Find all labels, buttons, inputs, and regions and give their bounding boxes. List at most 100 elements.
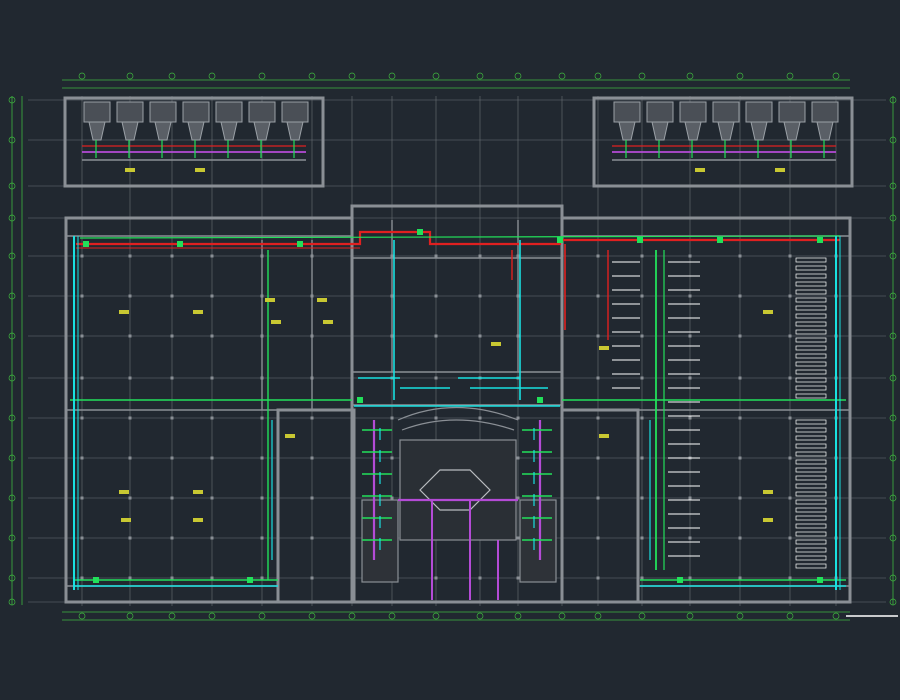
column-marker — [80, 376, 84, 380]
column-marker — [80, 294, 84, 298]
column-marker — [128, 376, 132, 380]
column-marker — [310, 496, 314, 500]
valve-icon — [93, 577, 99, 583]
valve-icon — [717, 237, 723, 243]
column-marker — [788, 254, 792, 258]
valve-icon — [417, 229, 423, 235]
valve-icon — [297, 241, 303, 247]
fixture-icon — [83, 101, 111, 123]
column-marker — [128, 254, 132, 258]
column-marker — [210, 294, 214, 298]
column-marker — [788, 576, 792, 580]
column-marker — [390, 416, 394, 420]
valve-icon — [677, 577, 683, 583]
column-marker — [310, 416, 314, 420]
room-tag — [775, 168, 785, 172]
column-marker — [738, 456, 742, 460]
column-marker — [128, 456, 132, 460]
column-marker — [310, 456, 314, 460]
column-marker — [738, 416, 742, 420]
column-marker — [640, 576, 644, 580]
column-marker — [170, 334, 174, 338]
column-marker — [390, 456, 394, 460]
column-marker — [640, 536, 644, 540]
column-marker — [434, 576, 438, 580]
column-marker — [516, 536, 520, 540]
column-marker — [170, 456, 174, 460]
column-marker — [688, 416, 692, 420]
room-tag — [271, 320, 281, 324]
column-marker — [596, 456, 600, 460]
column-marker — [170, 254, 174, 258]
fixture-icon — [149, 101, 177, 123]
column-marker — [640, 416, 644, 420]
column-marker — [688, 254, 692, 258]
column-marker — [434, 416, 438, 420]
room-tag — [491, 342, 501, 346]
floor-plan-drawing — [0, 0, 900, 700]
valve-icon — [177, 241, 183, 247]
column-marker — [596, 576, 600, 580]
room-tag — [695, 168, 705, 172]
room-tag — [599, 434, 609, 438]
column-marker — [260, 416, 264, 420]
column-marker — [738, 576, 742, 580]
room-tag — [323, 320, 333, 324]
room-tag — [317, 298, 327, 302]
column-marker — [478, 294, 482, 298]
column-marker — [640, 456, 644, 460]
column-marker — [210, 416, 214, 420]
column-marker — [210, 536, 214, 540]
column-marker — [170, 376, 174, 380]
room-tag — [121, 518, 131, 522]
column-marker — [596, 254, 600, 258]
column-marker — [596, 376, 600, 380]
column-marker — [738, 496, 742, 500]
column-marker — [128, 536, 132, 540]
fixture-icon — [182, 101, 210, 123]
column-marker — [128, 416, 132, 420]
column-marker — [128, 576, 132, 580]
column-marker — [478, 254, 482, 258]
column-marker — [738, 376, 742, 380]
column-marker — [434, 294, 438, 298]
column-marker — [80, 254, 84, 258]
column-marker — [478, 576, 482, 580]
column-marker — [434, 334, 438, 338]
column-marker — [80, 536, 84, 540]
column-marker — [390, 496, 394, 500]
column-marker — [688, 576, 692, 580]
room-tag — [125, 168, 135, 172]
column-marker — [788, 334, 792, 338]
column-marker — [170, 294, 174, 298]
fixture-icon — [778, 101, 806, 123]
column-marker — [80, 496, 84, 500]
column-marker — [128, 334, 132, 338]
valve-icon — [83, 241, 89, 247]
column-marker — [640, 294, 644, 298]
column-marker — [738, 294, 742, 298]
valve-icon — [817, 237, 823, 243]
column-marker — [788, 496, 792, 500]
column-marker — [210, 456, 214, 460]
column-marker — [80, 334, 84, 338]
room-tag — [763, 518, 773, 522]
column-marker — [434, 376, 438, 380]
column-marker — [210, 254, 214, 258]
column-marker — [310, 536, 314, 540]
column-marker — [688, 294, 692, 298]
column-marker — [688, 536, 692, 540]
column-marker — [80, 576, 84, 580]
column-marker — [640, 376, 644, 380]
column-marker — [596, 536, 600, 540]
fixture-icon — [281, 101, 309, 123]
fixture-icon — [613, 101, 641, 123]
fixture-icon — [646, 101, 674, 123]
column-marker — [688, 334, 692, 338]
column-marker — [640, 496, 644, 500]
column-marker — [596, 416, 600, 420]
column-marker — [596, 334, 600, 338]
room-tag — [265, 298, 275, 302]
column-marker — [210, 496, 214, 500]
column-marker — [788, 294, 792, 298]
